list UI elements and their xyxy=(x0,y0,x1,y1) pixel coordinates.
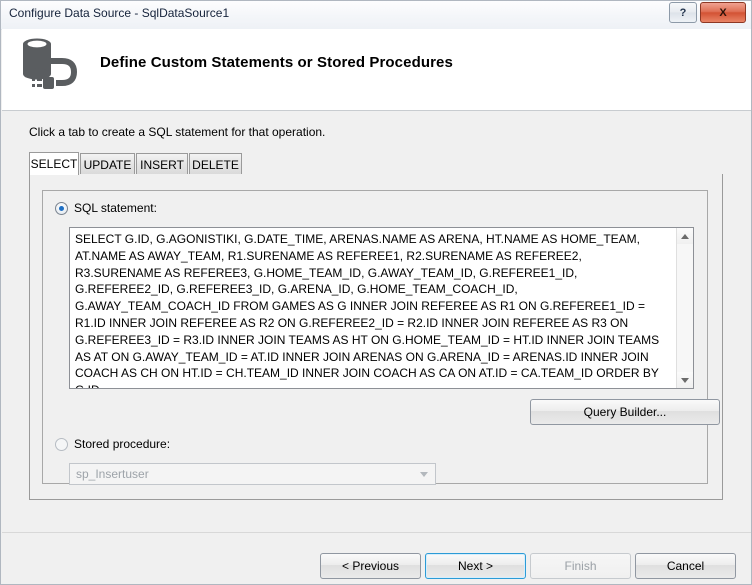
tab-update[interactable]: UPDATE xyxy=(80,153,135,175)
instruction-text: Click a tab to create a SQL statement fo… xyxy=(29,125,326,139)
previous-label: < Previous xyxy=(341,559,400,573)
title-bar: Configure Data Source - SqlDataSource1 ?… xyxy=(1,1,751,30)
statement-group-box: SQL statement: SELECT G.ID, G.AGONISTIKI… xyxy=(42,190,720,485)
window-title: Configure Data Source - SqlDataSource1 xyxy=(9,6,230,20)
dialog-footer: < Previous Next > Finish Cancel xyxy=(2,533,751,584)
sql-statement-radio-row[interactable]: SQL statement: xyxy=(55,201,157,215)
query-builder-button[interactable]: Query Builder... xyxy=(530,399,720,425)
query-builder-label: Query Builder... xyxy=(583,405,667,419)
help-button[interactable]: ? xyxy=(669,2,697,23)
scroll-up-icon[interactable] xyxy=(677,228,693,244)
stored-procedure-radio[interactable] xyxy=(55,437,68,451)
close-icon: X xyxy=(719,6,727,19)
stored-procedure-select[interactable]: sp_Insertuser xyxy=(69,463,436,485)
stored-procedure-label: Stored procedure: xyxy=(74,437,171,451)
tab-select-label: SELECT xyxy=(30,157,78,171)
next-label: Next > xyxy=(457,559,493,573)
tab-delete-label: DELETE xyxy=(192,157,239,172)
scroll-down-icon[interactable] xyxy=(677,372,693,388)
tab-update-label: UPDATE xyxy=(83,157,132,172)
stored-procedure-radio-row[interactable]: Stored procedure: xyxy=(55,437,170,451)
tab-panel-select: SQL statement: SELECT G.ID, G.AGONISTIKI… xyxy=(29,174,723,500)
tab-delete[interactable]: DELETE xyxy=(189,153,242,175)
close-button[interactable]: X xyxy=(700,2,746,23)
finish-button: Finish xyxy=(530,553,631,579)
stored-procedure-value: sp_Insertuser xyxy=(76,467,149,481)
finish-label: Finish xyxy=(564,559,597,573)
sql-statement-textarea[interactable]: SELECT G.ID, G.AGONISTIKI, G.DATE_TIME, … xyxy=(69,227,694,389)
cancel-button[interactable]: Cancel xyxy=(635,553,736,579)
cancel-label: Cancel xyxy=(666,559,705,573)
previous-button[interactable]: < Previous xyxy=(320,553,421,579)
chevron-down-icon[interactable] xyxy=(414,464,434,484)
sql-statement-radio[interactable] xyxy=(55,201,68,215)
tab-insert[interactable]: INSERT xyxy=(136,153,188,175)
help-icon: ? xyxy=(679,6,687,19)
next-button[interactable]: Next > xyxy=(425,553,526,579)
configure-data-source-dialog: Configure Data Source - SqlDataSource1 ?… xyxy=(0,0,752,585)
tab-select[interactable]: SELECT xyxy=(29,152,79,175)
database-plug-icon xyxy=(16,31,88,101)
dialog-body: Click a tab to create a SQL statement fo… xyxy=(2,111,751,521)
sql-vertical-scrollbar[interactable] xyxy=(676,228,693,388)
tab-insert-label: INSERT xyxy=(140,157,184,172)
sql-statement-text: SELECT G.ID, G.AGONISTIKI, G.DATE_TIME, … xyxy=(75,232,660,388)
page-title: Define Custom Statements or Stored Proce… xyxy=(100,54,453,71)
tab-strip: SELECT UPDATE INSERT DELETE xyxy=(29,152,723,175)
header-band: Define Custom Statements or Stored Proce… xyxy=(2,29,751,111)
sql-statement-label: SQL statement: xyxy=(74,201,157,215)
